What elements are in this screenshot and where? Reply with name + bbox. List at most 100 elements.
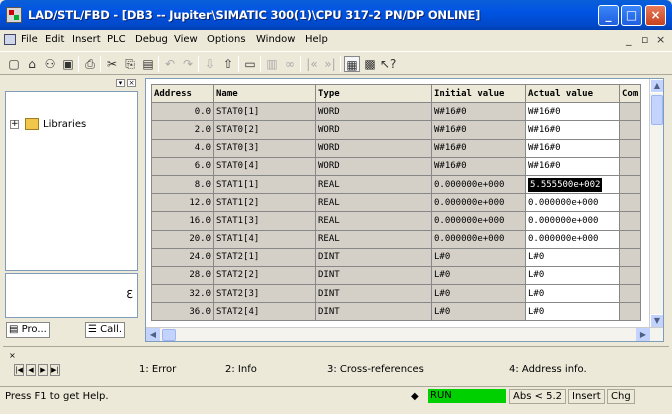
close-icon[interactable]: × xyxy=(645,5,666,26)
cell-actual-value[interactable]: L#0 xyxy=(525,284,620,304)
menu-options[interactable]: Options xyxy=(207,34,246,45)
cell-comment xyxy=(618,247,642,267)
help-pointer-icon[interactable]: ↖? xyxy=(380,56,396,72)
overview-icon[interactable]: ▭ xyxy=(242,56,258,72)
scroll-up-icon[interactable]: ▲ xyxy=(650,79,663,93)
cell-initial-value: W#16#0 xyxy=(431,138,526,158)
cell-actual-value[interactable]: 5.555500e+002 xyxy=(525,174,620,195)
pane-close-icon[interactable]: × xyxy=(127,79,136,87)
tree-item-libraries[interactable]: Libraries xyxy=(43,119,86,130)
table-row[interactable]: 32.0 STAT2[3] DINT L#0 L#0 xyxy=(151,284,642,304)
cell-actual-value[interactable]: 0.000000e+000 xyxy=(525,229,620,249)
cell-actual-value[interactable]: W#16#0 xyxy=(525,120,620,140)
menu-view[interactable]: View xyxy=(174,34,198,45)
table-row[interactable]: 20.0 STAT1[4] REAL 0.000000e+000 0.000000e+0… xyxy=(151,229,642,249)
tab-info[interactable]: 2: Info xyxy=(225,364,257,378)
cell-type: WORD xyxy=(315,102,432,122)
scroll-left-icon[interactable]: ◀ xyxy=(146,328,160,341)
scroll-right-icon[interactable]: ▶ xyxy=(636,328,650,341)
tab-cross-references[interactable]: 3: Cross-references xyxy=(327,364,424,378)
table-row[interactable]: 16.0 STAT1[3] REAL 0.000000e+000 0.000000e+0… xyxy=(151,211,642,231)
minimize-icon[interactable]: _ xyxy=(598,5,619,26)
expand-icon[interactable]: + xyxy=(10,120,19,129)
cell-actual-value[interactable]: L#0 xyxy=(525,302,620,322)
glasses-icon[interactable]: ∞ xyxy=(282,56,298,72)
redo-icon[interactable]: ↷ xyxy=(180,56,196,72)
table-row[interactable]: 2.0 STAT0[2] WORD W#16#0 W#16#0 xyxy=(151,120,642,140)
col-name[interactable]: Name xyxy=(213,83,316,104)
new-icon[interactable]: ▢ xyxy=(6,56,22,72)
cell-actual-value[interactable]: 0.000000e+000 xyxy=(525,193,620,213)
menu-insert[interactable]: Insert xyxy=(72,34,101,45)
last-tab-icon[interactable]: ▶| xyxy=(50,364,60,376)
data-view-icon[interactable]: ▩ xyxy=(362,56,378,72)
cell-type: REAL xyxy=(315,193,432,213)
monitor-icon[interactable]: ▥ xyxy=(264,56,280,72)
horizontal-scrollbar[interactable]: ◀ ▶ xyxy=(146,327,663,341)
tab-address-info[interactable]: 4: Address info. xyxy=(509,364,587,378)
mdi-restore-icon[interactable]: ▫ xyxy=(641,33,648,46)
menu-edit[interactable]: Edit xyxy=(45,34,64,45)
save-icon[interactable]: ▣ xyxy=(60,56,76,72)
cell-initial-value: W#16#0 xyxy=(431,156,526,176)
undo-icon[interactable]: ↶ xyxy=(162,56,178,72)
maximize-icon[interactable]: □ xyxy=(621,5,642,26)
menu-file[interactable]: File xyxy=(21,34,38,45)
first-tab-icon[interactable]: |◀ xyxy=(14,364,24,376)
network-icon[interactable]: ⚇ xyxy=(42,56,58,72)
horizontal-scroll-thumb[interactable] xyxy=(162,329,176,341)
cut-icon[interactable]: ✂ xyxy=(104,56,120,72)
menu-plc[interactable]: PLC xyxy=(107,34,126,45)
prev-tab-icon[interactable]: ◀ xyxy=(26,364,36,376)
table-row[interactable]: 6.0 STAT0[4] WORD W#16#0 W#16#0 xyxy=(151,156,642,176)
table-row[interactable]: 4.0 STAT0[3] WORD W#16#0 W#16#0 xyxy=(151,138,642,158)
table-row[interactable]: 28.0 STAT2[2] DINT L#0 L#0 xyxy=(151,265,642,286)
paste-icon[interactable]: ▤ xyxy=(140,56,156,72)
col-type[interactable]: Type xyxy=(315,83,432,104)
vertical-scroll-thumb[interactable] xyxy=(651,95,663,125)
table-row[interactable]: 12.0 STAT1[2] REAL 0.000000e+000 0.000000e+0… xyxy=(151,193,642,213)
col-actual-value[interactable]: Actual value xyxy=(525,83,620,104)
cell-actual-value[interactable]: W#16#0 xyxy=(525,156,620,176)
title-bar[interactable]: LAD/STL/FBD - [DB3 -- Jupiter\SIMATIC 30… xyxy=(0,0,672,30)
next-tab-icon[interactable]: ▶ xyxy=(38,364,48,376)
cell-actual-value[interactable]: L#0 xyxy=(525,247,620,267)
cell-name: STAT0[2] xyxy=(213,120,316,140)
pane-dropdown-icon[interactable]: ▾ xyxy=(116,79,125,87)
tab-call-structure[interactable]: ☰ Call. xyxy=(85,322,126,338)
table-row[interactable]: 24.0 STAT2[1] DINT L#0 L#0 xyxy=(151,247,642,267)
next-icon[interactable]: »| xyxy=(322,56,338,72)
download-icon[interactable]: ⇩ xyxy=(202,56,218,72)
menu-debug[interactable]: Debug xyxy=(135,34,168,45)
col-initial-value[interactable]: Initial value xyxy=(431,83,526,104)
library-tree[interactable]: + Libraries xyxy=(5,91,138,271)
col-comment[interactable]: Com xyxy=(618,83,642,104)
table-row[interactable]: 36.0 STAT2[4] DINT L#0 L#0 xyxy=(151,302,642,322)
open-icon[interactable]: ⌂ xyxy=(24,56,40,72)
print-icon[interactable]: ⎙ xyxy=(82,56,98,72)
document-menu-icon[interactable] xyxy=(4,34,16,45)
selected-actual-value[interactable]: 5.555500e+002 xyxy=(528,177,603,192)
table-row[interactable]: 8.0 STAT1[1] REAL 0.000000e+000 5.555500e+00… xyxy=(151,174,642,195)
scroll-down-icon[interactable]: ▼ xyxy=(650,314,663,328)
copy-icon[interactable]: ⎘ xyxy=(122,56,138,72)
tab-error[interactable]: 1: Error xyxy=(139,364,176,378)
cell-actual-value[interactable]: W#16#0 xyxy=(525,102,620,122)
mdi-close-icon[interactable]: × xyxy=(656,33,665,46)
prev-icon[interactable]: |« xyxy=(304,56,320,72)
col-address[interactable]: Address xyxy=(151,83,214,104)
cell-comment xyxy=(618,102,642,122)
details-close-icon[interactable]: × xyxy=(9,351,16,360)
cell-actual-value[interactable]: L#0 xyxy=(525,265,620,286)
cell-actual-value[interactable]: 0.000000e+000 xyxy=(525,211,620,231)
menu-help[interactable]: Help xyxy=(305,34,328,45)
menu-window[interactable]: Window xyxy=(256,34,295,45)
tab-program-elements[interactable]: ▤ Pro... xyxy=(6,322,50,338)
vertical-scrollbar[interactable]: ▲ ▼ xyxy=(649,79,663,328)
table-row[interactable]: 0.0 STAT0[1] WORD W#16#0 W#16#0 xyxy=(151,102,642,122)
upload-icon[interactable]: ⇧ xyxy=(220,56,236,72)
app-icon[interactable] xyxy=(6,7,22,23)
mdi-minimize-icon[interactable]: _ xyxy=(626,33,632,46)
cell-actual-value[interactable]: W#16#0 xyxy=(525,138,620,158)
detail-view-icon[interactable]: ▦ xyxy=(344,56,360,72)
